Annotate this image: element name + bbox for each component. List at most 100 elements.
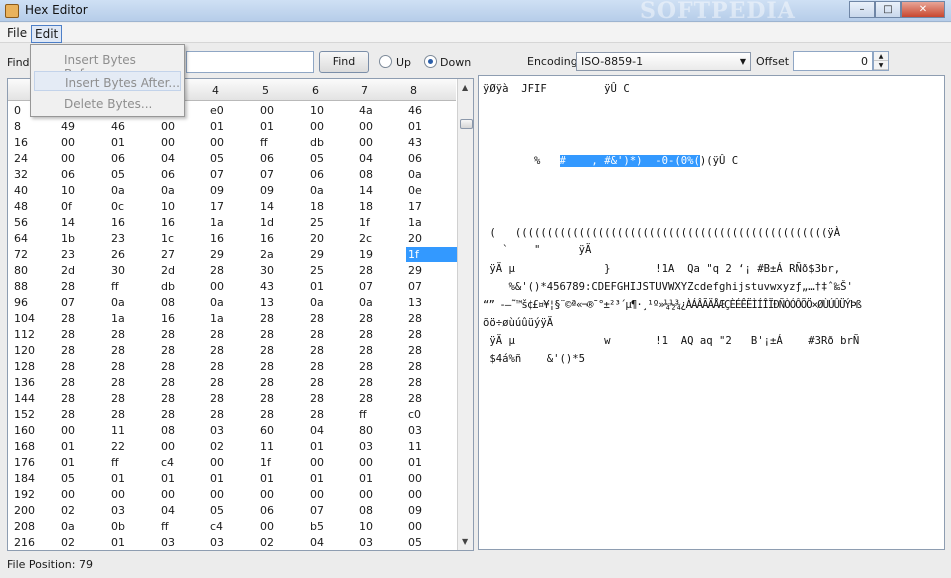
- hex-byte-cell[interactable]: 00: [359, 488, 373, 501]
- hex-byte-cell[interactable]: 1a: [408, 216, 422, 229]
- hex-byte-cell[interactable]: ff: [359, 408, 367, 421]
- hex-byte-cell[interactable]: 28: [161, 376, 175, 389]
- hex-byte-cell[interactable]: 28: [359, 328, 373, 341]
- hex-byte-cell[interactable]: 0a: [310, 184, 324, 197]
- hex-byte-cell[interactable]: 28: [260, 360, 274, 373]
- hex-byte-cell[interactable]: 2c: [359, 232, 372, 245]
- hex-byte-cell[interactable]: 1d: [260, 216, 274, 229]
- hex-byte-cell[interactable]: 0a: [111, 296, 125, 309]
- hex-byte-cell[interactable]: 28: [61, 360, 75, 373]
- hex-byte-cell[interactable]: 01: [210, 472, 224, 485]
- hex-byte-cell[interactable]: 00: [310, 488, 324, 501]
- hex-byte-cell[interactable]: 01: [61, 456, 75, 469]
- hex-byte-cell[interactable]: 01: [408, 456, 422, 469]
- hex-byte-cell[interactable]: 01: [359, 472, 373, 485]
- hex-byte-cell[interactable]: 08: [359, 504, 373, 517]
- hex-byte-cell[interactable]: 11: [260, 440, 274, 453]
- hex-byte-cell[interactable]: 00: [359, 456, 373, 469]
- hex-byte-cell[interactable]: 0e: [408, 184, 422, 197]
- hex-byte-cell[interactable]: 01: [310, 440, 324, 453]
- hex-byte-cell[interactable]: 1f: [406, 247, 459, 262]
- hex-byte-cell[interactable]: 29: [210, 248, 224, 261]
- direction-up-radio[interactable]: [379, 55, 392, 68]
- hex-byte-cell[interactable]: 10: [310, 104, 324, 117]
- hex-byte-cell[interactable]: 28: [210, 376, 224, 389]
- hex-byte-cell[interactable]: 09: [260, 184, 274, 197]
- hex-byte-cell[interactable]: 28: [310, 312, 324, 325]
- hex-byte-cell[interactable]: 28: [408, 392, 422, 405]
- hex-byte-cell[interactable]: 10: [359, 520, 373, 533]
- hex-byte-cell[interactable]: ff: [161, 520, 169, 533]
- hex-byte-cell[interactable]: 28: [210, 264, 224, 277]
- hex-byte-cell[interactable]: 30: [260, 264, 274, 277]
- hex-byte-cell[interactable]: 0f: [61, 200, 72, 213]
- hex-byte-cell[interactable]: 06: [111, 152, 125, 165]
- hex-byte-cell[interactable]: 28: [111, 360, 125, 373]
- hex-byte-cell[interactable]: 0a: [310, 296, 324, 309]
- hex-byte-cell[interactable]: 02: [260, 536, 274, 549]
- hex-byte-cell[interactable]: 00: [260, 520, 274, 533]
- hex-byte-cell[interactable]: 00: [310, 456, 324, 469]
- text-view-panel[interactable]: ÿØÿà JFIF ÿÛ C % # , #&')*) -0-(0%()(ÿÛ …: [478, 75, 945, 550]
- hex-byte-cell[interactable]: 28: [61, 376, 75, 389]
- hex-byte-cell[interactable]: 05: [210, 504, 224, 517]
- hex-byte-cell[interactable]: 07: [408, 280, 422, 293]
- hex-scrollbar[interactable]: ▲ ▼: [457, 79, 473, 550]
- hex-byte-cell[interactable]: 28: [161, 392, 175, 405]
- hex-byte-cell[interactable]: 28: [359, 264, 373, 277]
- hex-byte-cell[interactable]: 0a: [111, 184, 125, 197]
- hex-byte-cell[interactable]: 80: [359, 424, 373, 437]
- hex-byte-cell[interactable]: 11: [408, 440, 422, 453]
- hex-byte-cell[interactable]: 06: [260, 152, 274, 165]
- hex-byte-cell[interactable]: ff: [111, 456, 119, 469]
- hex-byte-cell[interactable]: 28: [408, 360, 422, 373]
- menu-file[interactable]: File: [4, 25, 30, 41]
- hex-byte-cell[interactable]: 2d: [61, 264, 75, 277]
- menu-insert-bytes-before[interactable]: Insert Bytes Before...: [34, 49, 181, 81]
- hex-byte-cell[interactable]: 28: [61, 312, 75, 325]
- hex-byte-cell[interactable]: 00: [210, 488, 224, 501]
- hex-byte-cell[interactable]: 0c: [111, 200, 124, 213]
- hex-byte-cell[interactable]: 1b: [61, 232, 75, 245]
- hex-byte-cell[interactable]: 28: [210, 408, 224, 421]
- hex-byte-cell[interactable]: 07: [260, 168, 274, 181]
- hex-byte-cell[interactable]: 00: [310, 120, 324, 133]
- hex-byte-cell[interactable]: 14: [61, 216, 75, 229]
- hex-byte-cell[interactable]: ff: [111, 280, 119, 293]
- hex-byte-cell[interactable]: 00: [210, 136, 224, 149]
- hex-byte-cell[interactable]: 28: [111, 376, 125, 389]
- hex-byte-cell[interactable]: 05: [310, 152, 324, 165]
- hex-byte-cell[interactable]: e0: [210, 104, 224, 117]
- hex-byte-cell[interactable]: 28: [260, 312, 274, 325]
- hex-byte-cell[interactable]: 07: [310, 504, 324, 517]
- hex-byte-cell[interactable]: 00: [260, 104, 274, 117]
- hex-byte-cell[interactable]: 28: [161, 408, 175, 421]
- hex-byte-cell[interactable]: 28: [359, 392, 373, 405]
- hex-byte-cell[interactable]: 00: [260, 488, 274, 501]
- hex-byte-cell[interactable]: 0a: [161, 184, 175, 197]
- hex-byte-cell[interactable]: 28: [210, 344, 224, 357]
- hex-byte-cell[interactable]: 00: [408, 520, 422, 533]
- scrollbar-thumb[interactable]: [460, 119, 473, 129]
- hex-byte-cell[interactable]: 28: [359, 344, 373, 357]
- hex-byte-cell[interactable]: 01: [161, 472, 175, 485]
- hex-byte-cell[interactable]: 0a: [210, 296, 224, 309]
- hex-byte-cell[interactable]: 01: [111, 472, 125, 485]
- hex-byte-cell[interactable]: 11: [111, 424, 125, 437]
- hex-byte-cell[interactable]: 28: [359, 376, 373, 389]
- hex-byte-cell[interactable]: 17: [408, 200, 422, 213]
- hex-byte-cell[interactable]: 01: [111, 136, 125, 149]
- hex-byte-cell[interactable]: 28: [260, 344, 274, 357]
- hex-byte-cell[interactable]: 28: [310, 376, 324, 389]
- hex-byte-cell[interactable]: 28: [61, 328, 75, 341]
- hex-byte-cell[interactable]: 06: [161, 168, 175, 181]
- hex-byte-cell[interactable]: ff: [260, 136, 268, 149]
- hex-byte-cell[interactable]: 1a: [210, 312, 224, 325]
- hex-byte-cell[interactable]: 28: [210, 328, 224, 341]
- hex-byte-cell[interactable]: 1f: [359, 216, 370, 229]
- hex-byte-cell[interactable]: 01: [260, 120, 274, 133]
- hex-byte-cell[interactable]: b5: [310, 520, 324, 533]
- hex-byte-cell[interactable]: 01: [111, 536, 125, 549]
- hex-byte-cell[interactable]: 28: [61, 408, 75, 421]
- hex-byte-cell[interactable]: 28: [310, 392, 324, 405]
